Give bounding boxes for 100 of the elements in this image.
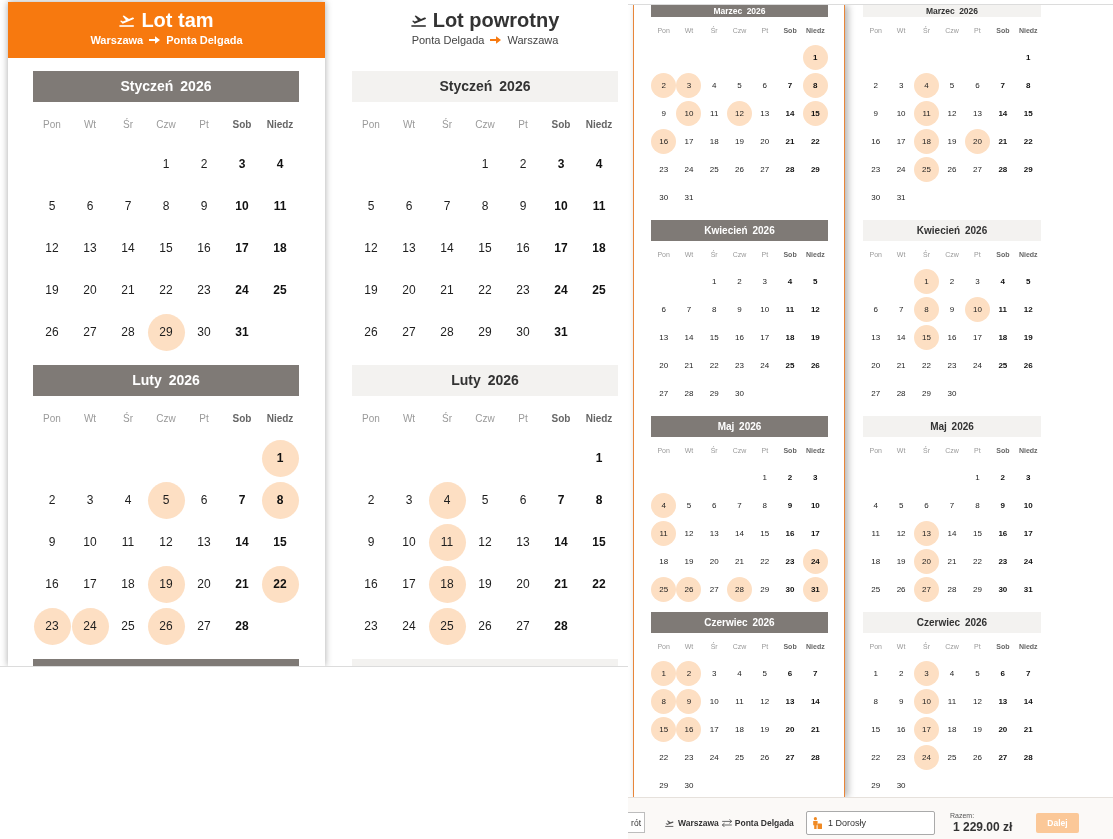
calendar-day[interactable]: 9 — [651, 100, 677, 126]
calendar-day[interactable]: 23 — [676, 744, 702, 770]
calendar-day[interactable]: 22 — [802, 128, 828, 154]
calendar-day[interactable]: 14 — [727, 520, 752, 546]
calendar-day[interactable]: 28 — [727, 576, 752, 602]
calendar-day[interactable]: 10 — [888, 100, 914, 126]
calendar-day[interactable]: 5 — [802, 268, 828, 294]
calendar-day[interactable]: 17 — [390, 565, 428, 603]
calendar-day[interactable]: 5 — [888, 492, 914, 518]
calendar-day[interactable]: 7 — [802, 660, 828, 686]
calendar-day[interactable]: 27 — [651, 380, 677, 406]
calendar-day[interactable]: 4 — [261, 145, 299, 183]
calendar-day[interactable]: 17 — [888, 128, 914, 154]
calendar-day[interactable]: 24 — [914, 744, 940, 770]
calendar-day[interactable]: 6 — [185, 481, 223, 519]
calendar-day[interactable]: 4 — [939, 660, 965, 686]
calendar-day[interactable]: 4 — [580, 145, 618, 183]
calendar-day[interactable]: 6 — [990, 660, 1016, 686]
calendar-day[interactable]: 11 — [580, 187, 618, 225]
calendar-day[interactable]: 15 — [147, 229, 185, 267]
calendar-day[interactable]: 13 — [914, 520, 940, 546]
calendar-day[interactable]: 26 — [676, 576, 702, 602]
calendar-day[interactable]: 23 — [727, 352, 752, 378]
calendar-day[interactable]: 10 — [676, 100, 702, 126]
calendar-day[interactable]: 19 — [466, 565, 504, 603]
calendar-day[interactable]: 2 — [777, 464, 803, 490]
calendar-day[interactable]: 12 — [1015, 296, 1041, 322]
calendar-day[interactable]: 27 — [964, 156, 990, 182]
calendar-day[interactable]: 26 — [466, 607, 504, 645]
calendar-day[interactable]: 25 — [939, 744, 965, 770]
calendar-day[interactable]: 15 — [701, 324, 727, 350]
calendar-day[interactable]: 18 — [428, 565, 466, 603]
calendar-day[interactable]: 13 — [651, 324, 677, 350]
calendar-day[interactable]: 11 — [261, 187, 299, 225]
calendar-day[interactable]: 13 — [390, 229, 428, 267]
calendar-day[interactable]: 15 — [1015, 100, 1041, 126]
calendar-day[interactable]: 23 — [185, 271, 223, 309]
calendar-day[interactable]: 9 — [888, 688, 914, 714]
calendar-day[interactable]: 6 — [390, 187, 428, 225]
calendar-day[interactable]: 15 — [863, 716, 889, 742]
calendar-day[interactable]: 4 — [914, 72, 940, 98]
calendar-day[interactable]: 1 — [802, 44, 828, 70]
passengers-field[interactable]: 1 Dorosły — [806, 810, 935, 835]
calendar-day[interactable]: 24 — [802, 548, 828, 574]
calendar-day[interactable]: 8 — [802, 72, 828, 98]
calendar-day[interactable]: 7 — [109, 187, 147, 225]
calendar-day[interactable]: 3 — [701, 660, 727, 686]
calendar-day[interactable]: 15 — [914, 324, 940, 350]
calendar-day[interactable]: 12 — [352, 229, 390, 267]
calendar-day[interactable]: 30 — [185, 313, 223, 351]
calendar-day[interactable]: 9 — [863, 100, 889, 126]
calendar-day[interactable]: 16 — [651, 128, 677, 154]
calendar-day[interactable]: 31 — [1015, 576, 1041, 602]
calendar-day[interactable]: 27 — [777, 744, 803, 770]
calendar-day[interactable]: 20 — [185, 565, 223, 603]
flight-column[interactable] — [633, 5, 845, 797]
calendar-day[interactable]: 19 — [352, 271, 390, 309]
calendar-day[interactable]: 27 — [71, 313, 109, 351]
calendar-day[interactable]: 17 — [542, 229, 580, 267]
calendar-day[interactable]: 15 — [466, 229, 504, 267]
calendar-day[interactable]: 28 — [109, 313, 147, 351]
calendar-day[interactable]: 26 — [727, 156, 752, 182]
calendar-day[interactable]: 22 — [752, 548, 778, 574]
calendar-day[interactable]: 13 — [990, 688, 1016, 714]
calendar-day[interactable]: 6 — [863, 296, 889, 322]
calendar-day[interactable]: 10 — [914, 688, 940, 714]
calendar-day[interactable]: 26 — [964, 744, 990, 770]
calendar-day[interactable]: 2 — [990, 464, 1016, 490]
calendar-day[interactable]: 22 — [1015, 128, 1041, 154]
calendar-day[interactable]: 28 — [939, 576, 965, 602]
calendar-day[interactable]: 8 — [863, 688, 889, 714]
calendar-day[interactable]: 7 — [939, 492, 965, 518]
calendar-day[interactable]: 1 — [701, 268, 727, 294]
calendar-day[interactable]: 25 — [651, 576, 677, 602]
calendar-day[interactable]: 2 — [33, 481, 71, 519]
calendar-day[interactable]: 24 — [701, 744, 727, 770]
calendar-day[interactable]: 29 — [914, 380, 940, 406]
calendar-day[interactable]: 6 — [964, 72, 990, 98]
calendar-day[interactable]: 29 — [466, 313, 504, 351]
calendar-day[interactable]: 1 — [580, 439, 618, 477]
calendar-day[interactable]: 11 — [701, 100, 727, 126]
calendar-day[interactable]: 12 — [939, 100, 965, 126]
calendar-day[interactable]: 29 — [863, 772, 889, 797]
calendar-day[interactable]: 2 — [939, 268, 965, 294]
calendar-day[interactable]: 4 — [701, 72, 727, 98]
calendar-day[interactable]: 11 — [914, 100, 940, 126]
calendar-day[interactable]: 28 — [676, 380, 702, 406]
calendar-day[interactable]: 11 — [428, 523, 466, 561]
calendar-day[interactable]: 13 — [752, 100, 778, 126]
calendar-day[interactable]: 29 — [1015, 156, 1041, 182]
calendar-day[interactable]: 4 — [990, 268, 1016, 294]
calendar-day[interactable]: 11 — [727, 688, 752, 714]
calendar-day[interactable]: 8 — [466, 187, 504, 225]
calendar-day[interactable]: 17 — [71, 565, 109, 603]
calendar-day[interactable]: 11 — [651, 520, 677, 546]
calendar-day[interactable]: 1 — [1015, 44, 1041, 70]
calendar-day[interactable]: 26 — [888, 576, 914, 602]
calendar-day[interactable]: 25 — [428, 607, 466, 645]
calendar-day[interactable]: 21 — [990, 128, 1016, 154]
calendar-day[interactable]: 17 — [1015, 520, 1041, 546]
